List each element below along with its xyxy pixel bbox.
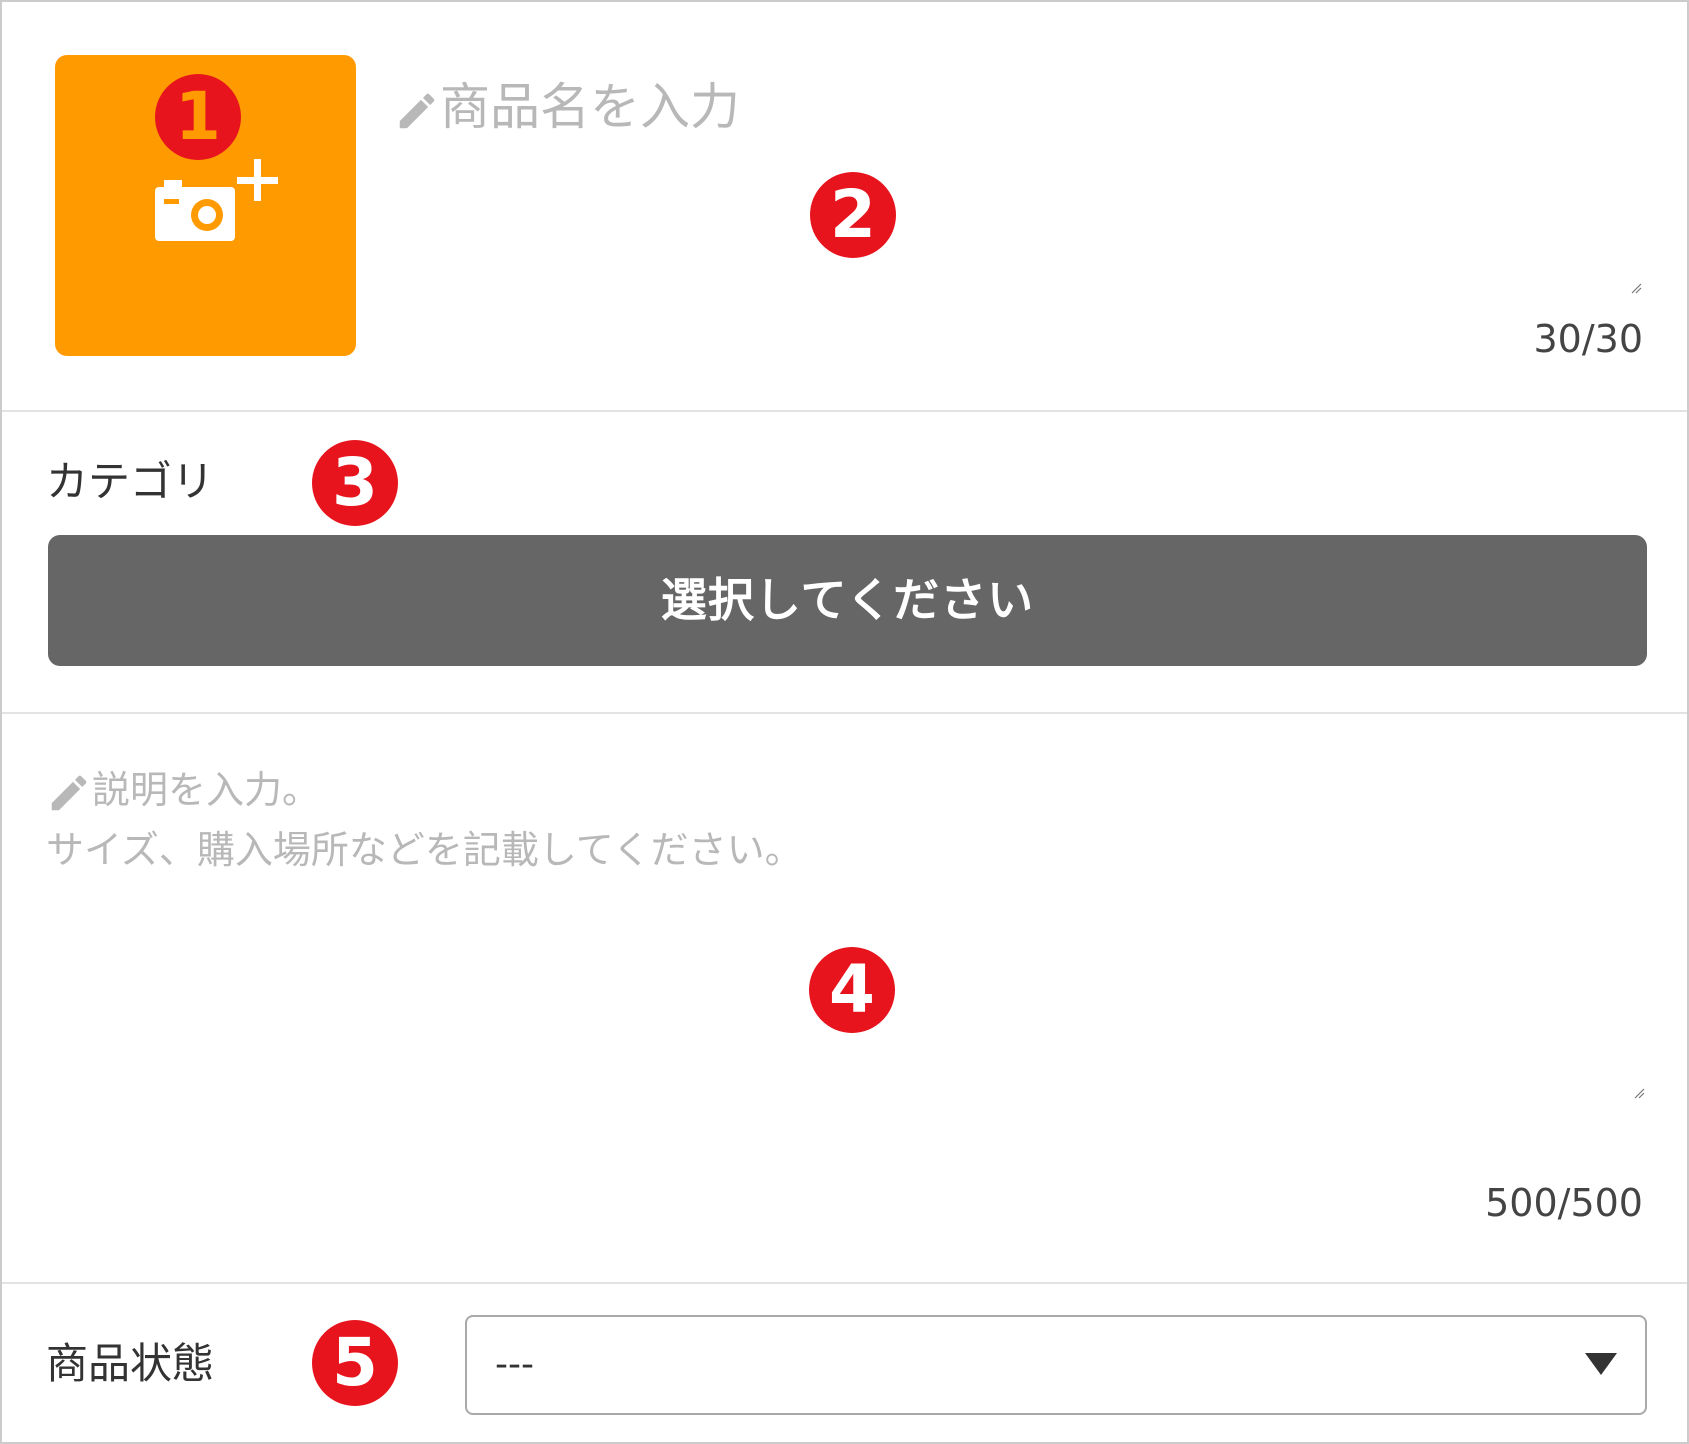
- marker-2: 2: [810, 172, 896, 258]
- condition-select[interactable]: ---: [465, 1315, 1647, 1415]
- description-input[interactable]: 説明を入力。 サイズ、購入場所などを記載してください。: [46, 760, 803, 880]
- dropdown-arrow-icon: [1585, 1353, 1617, 1375]
- category-label: カテゴリ: [46, 457, 215, 506]
- resize-grip-icon[interactable]: [1630, 282, 1642, 294]
- marker-4: 4: [809, 947, 895, 1033]
- category-select-button[interactable]: 選択してください: [48, 535, 1647, 666]
- camera-plus-icon: [155, 159, 278, 241]
- marker-3: 3: [312, 440, 398, 526]
- description-placeholder-line2: サイズ、購入場所などを記載してください。: [46, 828, 803, 872]
- product-name-counter: 30/30: [1533, 317, 1643, 361]
- description-placeholder-line1: 説明を入力。: [46, 760, 803, 820]
- description-placeholder-text: 説明を入力。: [92, 768, 321, 812]
- marker-1: 1: [155, 74, 241, 160]
- pencil-icon: [51, 775, 87, 810]
- product-name-input[interactable]: 商品名を入力: [394, 72, 740, 142]
- condition-selected-value: ---: [495, 1344, 534, 1385]
- resize-grip-icon[interactable]: [1633, 1087, 1645, 1099]
- pencil-icon: [399, 93, 435, 128]
- section-divider: [2, 1282, 1687, 1284]
- description-counter: 500/500: [1485, 1181, 1643, 1225]
- condition-label: 商品状態: [46, 1339, 215, 1388]
- section-divider: [2, 712, 1687, 714]
- section-divider: [2, 410, 1687, 412]
- listing-form: 1 商品名を入力 2 30/30 カテゴリ 3 選択してください 説明を入力。 …: [0, 0, 1689, 1444]
- product-name-placeholder: 商品名を入力: [440, 78, 740, 136]
- marker-5: 5: [312, 1320, 398, 1406]
